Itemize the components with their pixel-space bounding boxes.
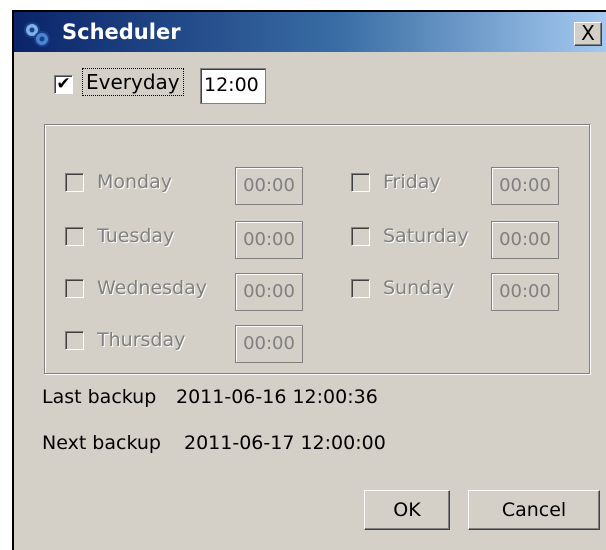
monday-checkbox[interactable] [65, 173, 84, 192]
wednesday-time-input[interactable]: 00:00 [235, 273, 303, 311]
friday-checkbox[interactable] [351, 173, 370, 192]
monday-label: Monday [97, 171, 173, 193]
tuesday-checkbox[interactable] [65, 227, 84, 246]
checkmark-icon: ✔ [56, 74, 71, 94]
scheduler-window: Scheduler X ✔ Everyday 12:00 Monday 00:0… [12, 10, 606, 550]
sunday-time-input[interactable]: 00:00 [491, 273, 559, 311]
ok-button[interactable]: OK [364, 490, 450, 530]
title-bar[interactable]: Scheduler X [14, 12, 606, 52]
everyday-time-input[interactable]: 12:00 [200, 68, 266, 104]
next-backup-label: Next backup [42, 432, 161, 454]
wednesday-label: Wednesday [97, 277, 208, 299]
sunday-label: Sunday [383, 277, 455, 299]
last-backup-value: 2011-06-16 12:00:36 [176, 386, 378, 408]
window-title: Scheduler [62, 20, 181, 44]
tuesday-time-input[interactable]: 00:00 [235, 221, 303, 259]
days-groupbox: Monday 00:00 Tuesday 00:00 Wednesday 00:… [44, 124, 590, 374]
gears-icon [22, 20, 52, 48]
sunday-checkbox[interactable] [351, 279, 370, 298]
thursday-checkbox[interactable] [65, 331, 84, 350]
saturday-time-input[interactable]: 00:00 [491, 221, 559, 259]
friday-time-input[interactable]: 00:00 [491, 167, 559, 205]
close-button[interactable]: X [574, 22, 602, 46]
thursday-label: Thursday [97, 329, 186, 351]
thursday-time-input[interactable]: 00:00 [235, 325, 303, 363]
friday-label: Friday [383, 171, 441, 193]
tuesday-label: Tuesday [97, 225, 175, 247]
monday-time-input[interactable]: 00:00 [235, 167, 303, 205]
wednesday-checkbox[interactable] [65, 279, 84, 298]
everyday-label[interactable]: Everyday [82, 68, 184, 96]
saturday-checkbox[interactable] [351, 227, 370, 246]
next-backup-value: 2011-06-17 12:00:00 [184, 432, 386, 454]
last-backup-label: Last backup [42, 386, 157, 408]
everyday-checkbox[interactable]: ✔ [54, 75, 73, 94]
saturday-label: Saturday [383, 225, 469, 247]
cancel-button[interactable]: Cancel [468, 490, 600, 530]
